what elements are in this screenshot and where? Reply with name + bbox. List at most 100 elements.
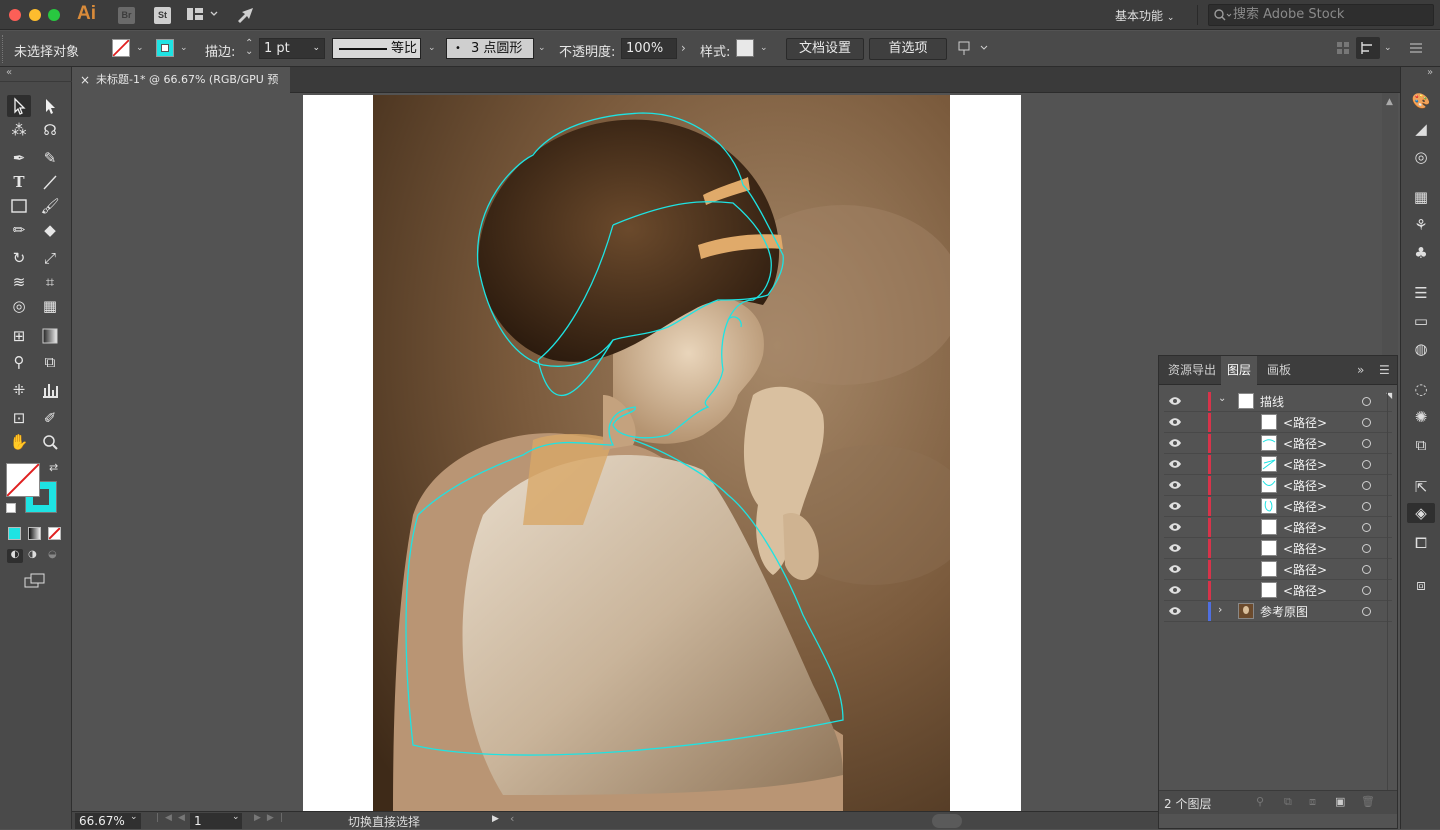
column-graph-tool-icon[interactable] <box>38 379 62 401</box>
transform-panel-icon[interactable] <box>1356 37 1380 59</box>
opacity-slider-arrow-icon[interactable]: › <box>681 41 686 55</box>
sublayer-name[interactable]: <路径> <box>1283 456 1327 473</box>
gpu-performance-icon[interactable] <box>236 6 256 27</box>
arrange-documents-icon[interactable] <box>187 8 219 25</box>
layer-row-reference[interactable]: › 参考原图 <box>1164 601 1392 622</box>
sublayer-name[interactable]: <路径> <box>1283 561 1327 578</box>
visibility-eye-icon[interactable] <box>1168 416 1182 428</box>
type-tool-icon[interactable]: T <box>7 171 31 193</box>
color-guide-icon[interactable]: ◢ <box>1411 119 1431 139</box>
screen-mode-icon[interactable] <box>24 573 46 592</box>
tab-layers[interactable]: 图层 <box>1221 356 1257 385</box>
new-layer-icon[interactable]: ▣ <box>1335 795 1345 808</box>
sublayer-row[interactable]: <路径> <box>1164 517 1392 538</box>
document-tab[interactable]: × 未标题-1* @ 66.67% (RGB/GPU 预览) <box>72 67 290 112</box>
target-circle-icon[interactable] <box>1362 607 1371 616</box>
free-transform-tool-icon[interactable]: ⌗ <box>38 271 62 293</box>
scale-tool-icon[interactable]: ⤢ <box>38 247 62 269</box>
stroke-stepper[interactable]: ⌃ ⌄ <box>245 39 253 57</box>
zoom-window-button[interactable] <box>48 9 60 21</box>
magic-wand-tool-icon[interactable]: ⁂ <box>7 119 31 141</box>
swap-fill-stroke-icon[interactable]: ⇄ <box>49 461 58 474</box>
visibility-eye-icon[interactable] <box>1168 479 1182 491</box>
draw-behind-icon[interactable]: ◑ <box>28 549 37 560</box>
recolor-icon[interactable]: ◎ <box>1411 147 1431 167</box>
brush-dropdown-chevron-icon[interactable]: ⌄ <box>538 43 546 53</box>
panel-menu-icon[interactable]: ☰ <box>1379 356 1390 385</box>
zoom-dropdown-chevron-icon[interactable]: ⌄ <box>130 812 138 822</box>
eraser-tool-icon[interactable]: ◆ <box>38 219 62 241</box>
gradient-tool-icon[interactable] <box>38 325 62 347</box>
visibility-eye-icon[interactable] <box>1168 437 1182 449</box>
arrange-icon[interactable] <box>957 40 989 59</box>
slice-tool-icon[interactable]: ✐ <box>38 407 62 429</box>
layer-row-main[interactable]: ⌄ 描线 ◥ <box>1164 391 1392 412</box>
artboards-panel-icon[interactable]: ⧠ <box>1411 533 1431 553</box>
new-sublayer-icon[interactable]: ⧈ <box>1309 795 1316 809</box>
align-icon[interactable] <box>1336 41 1350 58</box>
document-setup-button[interactable]: 文档设置 <box>786 38 864 60</box>
control-menu-icon[interactable] <box>1410 42 1422 56</box>
close-tab-icon[interactable]: × <box>80 67 90 93</box>
gradient-panel-icon[interactable]: ▭ <box>1411 311 1431 331</box>
sublayer-name[interactable]: <路径> <box>1283 435 1327 452</box>
scroll-up-arrow-icon[interactable]: ▲ <box>1386 97 1393 107</box>
sublayer-row[interactable]: <路径> <box>1164 433 1392 454</box>
artboard-next-buttons[interactable]: ▶▶| <box>254 813 289 823</box>
export-icon[interactable]: ⇱ <box>1411 477 1431 497</box>
target-circle-icon[interactable] <box>1362 481 1371 490</box>
color-mode-icon[interactable] <box>8 527 21 540</box>
fill-dropdown-chevron-icon[interactable]: ⌄ <box>136 43 144 53</box>
style-dropdown-chevron-icon[interactable]: ⌄ <box>760 43 768 53</box>
draw-normal-icon[interactable]: ◐ <box>7 549 23 563</box>
line-segment-tool-icon[interactable] <box>38 171 62 193</box>
selection-tool-icon[interactable] <box>7 95 31 117</box>
brush-definition[interactable]: • 3 点圆形 <box>446 38 534 59</box>
eyedropper-tool-icon[interactable]: ⚲ <box>7 351 31 373</box>
status-menu-arrow-icon[interactable]: ▶ <box>492 814 499 824</box>
workspace-switcher[interactable]: 基本功能 ⌄ <box>1115 7 1174 24</box>
appearance-icon[interactable]: ◌ <box>1411 379 1431 399</box>
locate-object-icon[interactable]: ⚲ <box>1256 795 1264 808</box>
transparency-icon[interactable]: ◍ <box>1411 339 1431 359</box>
collapse-toolbar-icon[interactable]: « <box>6 67 12 78</box>
sublayer-name[interactable]: <路径> <box>1283 414 1327 431</box>
stroke-dropdown-chevron-icon[interactable]: ⌄ <box>180 43 188 53</box>
symbol-sprayer-tool-icon[interactable]: ⁜ <box>7 379 31 401</box>
shape-builder-tool-icon[interactable]: ◎ <box>7 295 31 317</box>
variable-width-profile[interactable]: 等比 <box>332 38 421 59</box>
shaper-tool-icon[interactable]: ✏ <box>7 219 31 241</box>
rotate-tool-icon[interactable]: ↻ <box>7 247 31 269</box>
stroke-swatch[interactable] <box>156 39 174 57</box>
hand-tool-icon[interactable]: ✋ <box>7 431 31 453</box>
expand-layer-chevron-icon[interactable]: › <box>1218 603 1222 616</box>
sublayer-name[interactable]: <路径> <box>1283 477 1327 494</box>
perspective-grid-tool-icon[interactable]: ▦ <box>38 295 62 317</box>
visibility-eye-icon[interactable] <box>1168 563 1182 575</box>
target-circle-icon[interactable] <box>1362 502 1371 511</box>
delete-layer-icon[interactable]: 🗑 <box>1361 795 1375 808</box>
target-circle-icon[interactable] <box>1362 418 1371 427</box>
direct-selection-tool-icon[interactable] <box>38 95 62 117</box>
target-circle-icon[interactable] <box>1362 586 1371 595</box>
expand-panels-icon[interactable]: » <box>1427 67 1433 78</box>
visibility-eye-icon[interactable] <box>1168 395 1182 407</box>
lasso-tool-icon[interactable]: ☊ <box>38 119 62 141</box>
target-circle-icon[interactable] <box>1362 565 1371 574</box>
target-circle-icon[interactable] <box>1362 544 1371 553</box>
mesh-tool-icon[interactable]: ⊞ <box>7 325 31 347</box>
scroll-left-arrow-icon[interactable]: ‹ <box>510 812 514 825</box>
artboard-tool-icon[interactable]: ⊡ <box>7 407 31 429</box>
grip-handle[interactable] <box>2 35 5 63</box>
asset-export-icon[interactable]: ⧉ <box>1411 435 1431 455</box>
color-panel-icon[interactable]: 🎨 <box>1411 91 1431 111</box>
curvature-tool-icon[interactable]: ✎ <box>38 147 62 169</box>
visibility-eye-icon[interactable] <box>1168 542 1182 554</box>
target-circle-icon[interactable] <box>1362 460 1371 469</box>
stroke-label[interactable]: 描边: <box>205 41 235 60</box>
fill-color-box[interactable] <box>6 463 40 497</box>
tab-asset-export[interactable]: 资源导出 <box>1168 356 1216 385</box>
sublayer-row[interactable]: <路径> <box>1164 496 1392 517</box>
zoom-tool-icon[interactable] <box>38 431 62 453</box>
fill-swatch[interactable] <box>112 39 130 57</box>
